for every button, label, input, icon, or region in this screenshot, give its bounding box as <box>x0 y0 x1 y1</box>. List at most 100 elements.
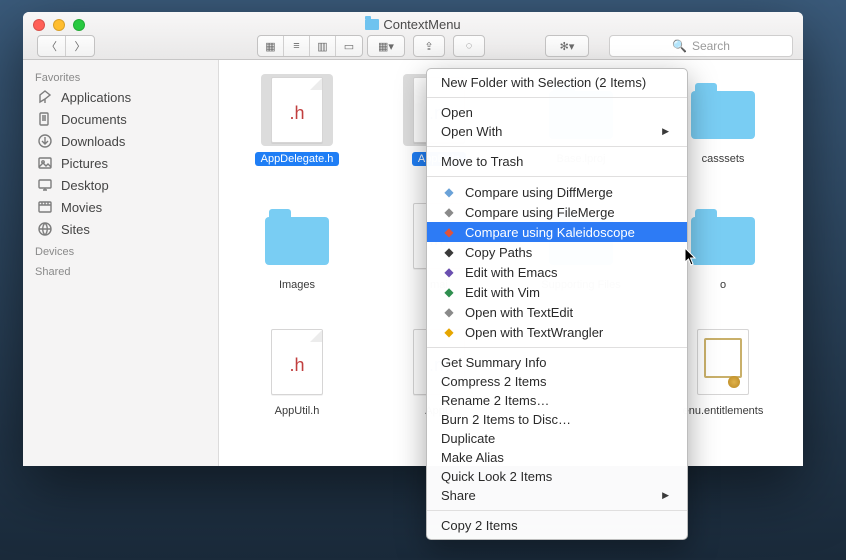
window-title: ContextMenu <box>23 17 803 32</box>
apps-icon <box>37 89 53 105</box>
menu-item[interactable]: ◆Open with TextEdit <box>427 302 687 322</box>
search-field[interactable]: 🔍 Search <box>609 35 793 57</box>
file-label: casssets <box>696 152 751 166</box>
window-title-text: ContextMenu <box>383 17 460 32</box>
desktop-icon <box>37 177 53 193</box>
menu-item[interactable]: Open <box>427 103 687 122</box>
menu-item-label: Compress 2 Items <box>441 374 546 389</box>
folder-icon <box>365 19 379 30</box>
sidebar-item-documents[interactable]: Documents <box>23 108 218 130</box>
menu-item[interactable]: New Folder with Selection (2 Items) <box>427 73 687 92</box>
menu-item[interactable]: Duplicate <box>427 429 687 448</box>
sidebar-item-desktop[interactable]: Desktop <box>23 174 218 196</box>
menu-item[interactable]: Quick Look 2 Items <box>427 467 687 486</box>
sidebar-section-header: Devices <box>23 240 218 260</box>
file-label: AppDelegate.h <box>255 152 340 166</box>
sidebar: FavoritesApplicationsDocumentsDownloadsP… <box>23 60 219 466</box>
arrange-icon: ▦▾ <box>378 40 394 53</box>
grid-icon: ▦ <box>265 40 275 53</box>
share-icon: ⇪ <box>424 40 433 53</box>
menu-item[interactable]: Rename 2 Items… <box>427 391 687 410</box>
menu-item[interactable]: ◆Copy Paths <box>427 242 687 262</box>
file-thumbnail: .h <box>261 74 333 146</box>
list-icon: ≡ <box>293 40 299 52</box>
menu-item[interactable]: ◆ Open with TextWrangler <box>427 322 687 342</box>
tag-icon: ◌ <box>466 40 473 52</box>
menu-item-label: New Folder with Selection (2 Items) <box>441 75 646 90</box>
view-mode-segment: ▦ ≡ ▥ ▭ <box>257 35 363 57</box>
menu-item[interactable]: Move to Trash <box>427 152 687 171</box>
coverflow-view-button[interactable]: ▭ <box>336 36 362 56</box>
column-view-button[interactable]: ▥ <box>310 36 336 56</box>
menu-item[interactable]: ◆ Compare using FileMerge <box>427 202 687 222</box>
menu-item-label: Open with TextEdit <box>465 305 573 320</box>
sidebar-item-label: Documents <box>61 112 127 127</box>
menu-item-label: Compare using FileMerge <box>465 205 615 220</box>
gear-icon: ✻▾ <box>560 40 575 53</box>
menu-item-label: Move to Trash <box>441 154 523 169</box>
menu-item[interactable]: Burn 2 Items to Disc… <box>427 410 687 429</box>
folder-icon <box>691 217 755 265</box>
file-item[interactable]: .hAppUtil.h <box>229 322 365 442</box>
menu-item[interactable]: ◆Edit with Vim <box>427 282 687 302</box>
menu-item[interactable]: Open With <box>427 122 687 141</box>
sidebar-item-label: Pictures <box>61 156 108 171</box>
arrange-segment[interactable]: ▦▾ <box>367 35 405 57</box>
downloads-icon <box>37 133 53 149</box>
menu-item[interactable]: Make Alias <box>427 448 687 467</box>
menu-item-label: Get Summary Info <box>441 355 546 370</box>
menu-separator <box>427 97 687 98</box>
vim-icon: ◆ <box>441 284 457 300</box>
menu-separator <box>427 347 687 348</box>
tags-toolbar-button[interactable]: ◌ <box>453 35 485 57</box>
action-toolbar-button[interactable]: ✻▾ <box>545 35 589 57</box>
file-label: o <box>714 278 732 292</box>
textwrangler-icon: ◆ <box>441 324 457 340</box>
menu-item[interactable]: Compress 2 Items <box>427 372 687 391</box>
forward-button[interactable]: 〉 <box>66 36 94 56</box>
sidebar-item-movies[interactable]: Movies <box>23 196 218 218</box>
context-menu: New Folder with Selection (2 Items) Open O… <box>426 68 688 540</box>
diffmerge-icon: ◆ <box>441 184 457 200</box>
menu-item[interactable]: Share <box>427 486 687 505</box>
sidebar-item-pictures[interactable]: Pictures <box>23 152 218 174</box>
list-view-button[interactable]: ≡ <box>284 36 310 56</box>
menu-item-label: Open With <box>441 124 502 139</box>
titlebar: ContextMenu 〈 〉 ▦ ≡ ▥ ▭ ▦▾ ⇪ ◌ ✻▾ 🔍 Sear… <box>23 12 803 60</box>
cursor-icon <box>684 248 698 266</box>
menu-item-label: Burn 2 Items to Disc… <box>441 412 571 427</box>
menu-item[interactable]: Get Summary Info <box>427 353 687 372</box>
file-label: enu.entitlements <box>677 404 770 418</box>
menu-item-label: Compare using Kaleidoscope <box>465 225 635 240</box>
filemerge-icon: ◆ <box>441 204 457 220</box>
entitlements-icon <box>697 329 749 395</box>
menu-item[interactable]: ◆Compare using DiffMerge <box>427 182 687 202</box>
file-item[interactable]: .h AppDelegate.h <box>229 70 365 190</box>
file-thumbnail <box>687 74 759 146</box>
sidebar-item-downloads[interactable]: Downloads <box>23 130 218 152</box>
share-toolbar-button[interactable]: ⇪ <box>413 35 445 57</box>
file-ext-label: .h <box>272 103 322 124</box>
menu-item-label: Open <box>441 105 473 120</box>
kaleidoscope-icon: ◆ <box>441 224 457 240</box>
sidebar-item-applications[interactable]: Applications <box>23 86 218 108</box>
menu-item-label: Quick Look 2 Items <box>441 469 552 484</box>
file-item[interactable]: Images <box>229 196 365 316</box>
folder-icon <box>691 91 755 139</box>
menu-item[interactable]: Copy 2 Items <box>427 516 687 535</box>
menu-item-label: Rename 2 Items… <box>441 393 549 408</box>
menu-item-label: Edit with Emacs <box>465 265 557 280</box>
menu-item[interactable]: ◆ Compare using Kaleidoscope <box>427 222 687 242</box>
menu-item-label: Open with TextWrangler <box>465 325 603 340</box>
folder-icon <box>265 217 329 265</box>
sidebar-item-label: Movies <box>61 200 102 215</box>
menu-separator <box>427 176 687 177</box>
menu-item[interactable]: ◆Edit with Emacs <box>427 262 687 282</box>
search-placeholder: Search <box>692 39 730 53</box>
sidebar-item-sites[interactable]: Sites <box>23 218 218 240</box>
file-thumbnail: .h <box>261 326 333 398</box>
menu-item-label: Share <box>441 488 476 503</box>
back-button[interactable]: 〈 <box>38 36 66 56</box>
file-thumbnail <box>261 200 333 272</box>
icon-view-button[interactable]: ▦ <box>258 36 284 56</box>
